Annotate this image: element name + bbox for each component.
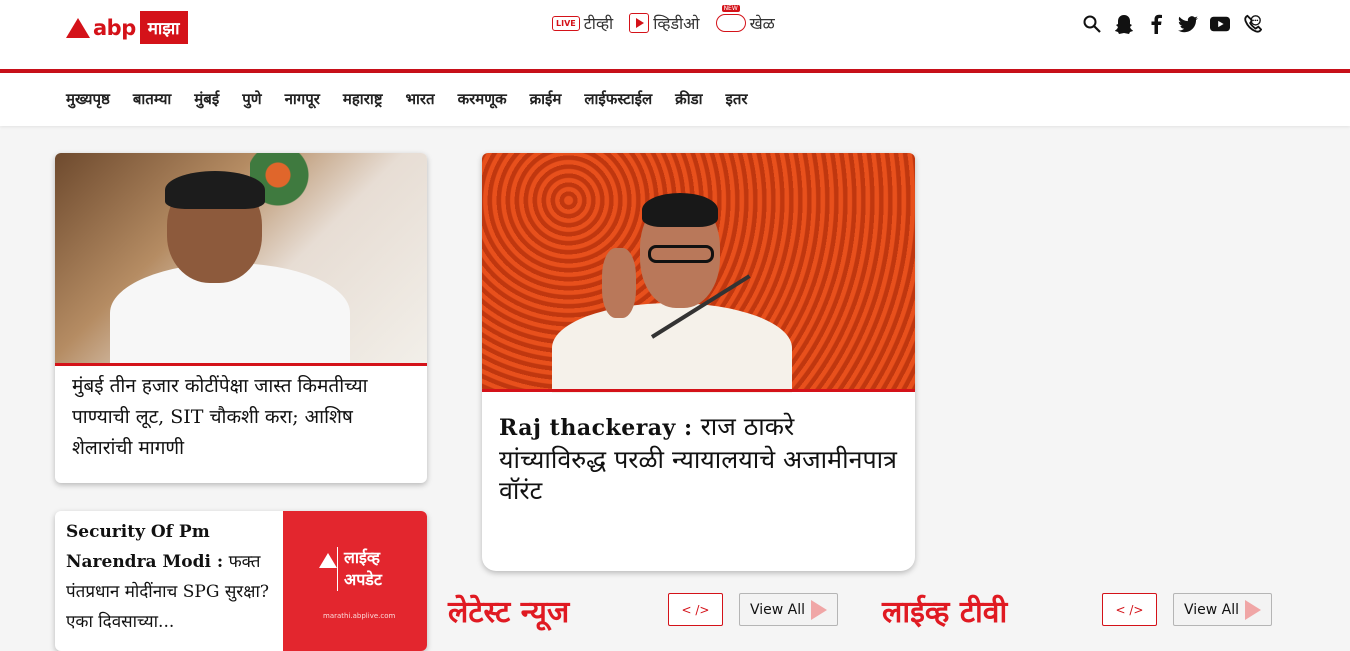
top-link-label: व्हिडीओ	[653, 14, 700, 33]
logo-abp-text: abp	[93, 15, 136, 40]
news-card-pm-security[interactable]: Security Of Pm Narendra Modi : फक्त पंतप…	[55, 511, 427, 651]
nav-item-maharashtra[interactable]: महाराष्ट्र	[343, 89, 383, 109]
nav-item-home[interactable]: मुख्यपृष्ठ	[66, 89, 110, 109]
top-link-live-tv[interactable]: LIVE टीव्ही	[552, 12, 613, 34]
latest-news-view-all-button[interactable]: View All	[739, 593, 838, 626]
news-thumbnail-raj-thackeray[interactable]	[482, 153, 915, 393]
nav-item-india[interactable]: भारत	[405, 89, 434, 109]
news-title-en: Raj thackeray :	[499, 415, 693, 441]
top-link-video[interactable]: व्हिडीओ	[629, 12, 700, 34]
view-all-label: View All	[750, 601, 806, 618]
live-tv-view-all-button[interactable]: View All	[1173, 593, 1272, 626]
top-link-label: टीव्ही	[583, 14, 614, 33]
logo-majha-text: माझा	[139, 11, 188, 44]
nav-item-crime[interactable]: क्राईम	[530, 89, 562, 109]
top-link-label: खेळ	[749, 14, 775, 33]
card-red-bar	[482, 389, 915, 392]
top-links: LIVE टीव्ही व्हिडीओ खेळ	[552, 5, 775, 34]
news-title-en: Security Of Pm Narendra Modi :	[66, 522, 224, 572]
nav-item-entertainment[interactable]: करमणूक	[458, 89, 507, 109]
site-header: abp माझा LIVE टीव्ही व्हिडीओ खेळ	[0, 0, 1350, 70]
gamepad-icon	[715, 5, 746, 32]
site-logo[interactable]: abp माझा	[66, 11, 188, 44]
video-play-icon	[629, 13, 650, 33]
social-icons	[1082, 12, 1262, 36]
main-nav: मुख्यपृष्ठ बातम्या मुंबई पुणे नागपूर महा…	[0, 73, 1350, 126]
nav-item-news[interactable]: बातम्या	[133, 89, 171, 109]
abp-logo-icon	[66, 17, 90, 38]
nav-item-other[interactable]: इतर	[726, 89, 748, 109]
news-card-shelar[interactable]: मुंबई तीन हजार कोटींपेक्षा जास्त किमतीच्…	[55, 153, 427, 483]
abp-logo-icon	[319, 553, 337, 568]
snapchat-icon[interactable]	[1114, 12, 1134, 36]
top-link-games[interactable]: खेळ	[715, 5, 775, 34]
youtube-icon[interactable]	[1210, 12, 1230, 36]
view-all-label: View All	[1184, 601, 1240, 618]
news-title[interactable]: Security Of Pm Narendra Modi : फक्त पंतप…	[66, 517, 281, 637]
news-thumbnail-shelar[interactable]	[55, 153, 427, 363]
chevron-right-icon	[811, 599, 828, 620]
thumb-live-update-text: लाईव्ह अपडेट	[337, 547, 397, 591]
card-red-bar	[55, 363, 427, 366]
thumb-url-text: marathi.abplive.com	[323, 612, 396, 620]
nav-item-nagpur[interactable]: नागपूर	[285, 89, 320, 109]
news-title[interactable]: Raj thackeray : राज ठाकरे यांच्याविरुद्ध…	[499, 411, 899, 506]
whatsapp-icon[interactable]	[1242, 12, 1262, 36]
chevron-right-icon	[1245, 599, 1262, 620]
news-card-raj-thackeray[interactable]: Raj thackeray : राज ठाकरे यांच्याविरुद्ध…	[482, 153, 915, 571]
live-icon: LIVE	[552, 15, 580, 31]
search-icon[interactable]	[1082, 12, 1102, 36]
nav-item-pune[interactable]: पुणे	[242, 89, 261, 109]
nav-list: मुख्यपृष्ठ बातम्या मुंबई पुणे नागपूर महा…	[66, 89, 748, 109]
nav-item-lifestyle[interactable]: लाईफस्टाईल	[584, 89, 652, 109]
facebook-icon[interactable]	[1146, 12, 1166, 36]
nav-item-sports[interactable]: क्रीडा	[675, 89, 702, 109]
news-thumbnail-live-update[interactable]: लाईव्ह अपडेट marathi.abplive.com	[283, 511, 427, 651]
live-tv-arrows-button[interactable]: < />	[1102, 593, 1157, 626]
news-title[interactable]: मुंबई तीन हजार कोटींपेक्षा जास्त किमतीच्…	[72, 371, 417, 464]
latest-news-arrows-button[interactable]: < />	[668, 593, 723, 626]
section-title-live-tv: लाईव्ह टीवी	[882, 595, 1008, 630]
twitter-icon[interactable]	[1178, 12, 1198, 36]
section-title-latest-news: लेटेस्ट न्यूज	[448, 595, 570, 630]
nav-item-mumbai[interactable]: मुंबई	[194, 89, 219, 109]
